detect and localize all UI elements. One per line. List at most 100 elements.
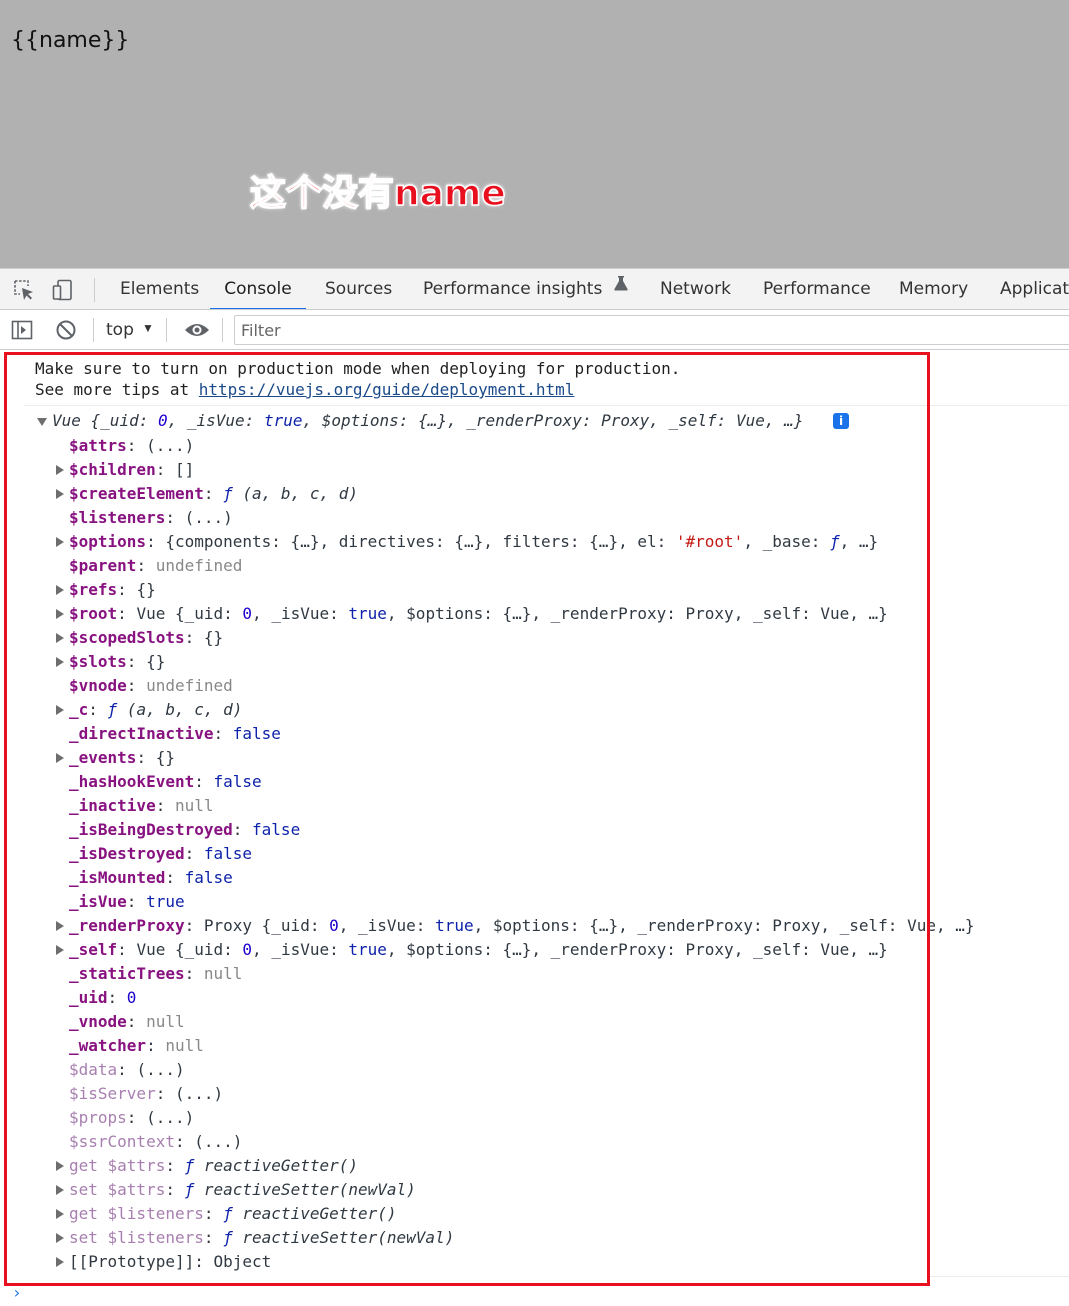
device-toolbar-icon[interactable] [52, 279, 74, 301]
expand-triangle-icon[interactable] [56, 465, 64, 475]
property-row[interactable]: $options: {components: {…}, directives: … [69, 530, 878, 554]
property-value: ƒ (a, b, c, d) [223, 484, 358, 503]
property-value: {} [146, 652, 166, 671]
property-key: $options [69, 532, 147, 551]
property-value: Object [213, 1252, 272, 1271]
console-toolbar: top ▼ [0, 310, 1069, 350]
deployment-guide-link[interactable]: https://vuejs.org/guide/deployment.html [199, 380, 575, 399]
page-viewport: {{name}} 这个没有name [0, 0, 1069, 268]
tab-application[interactable]: Applicati [1000, 269, 1069, 309]
tab-memory[interactable]: Memory [899, 269, 968, 309]
property-value: ƒ reactiveSetter(newVal) [184, 1180, 416, 1199]
toolbar-divider [222, 318, 223, 342]
property-value: {components: {…}, directives: {…}, filte… [165, 532, 879, 551]
property-row[interactable]: $children: [] [69, 458, 194, 482]
expand-triangle-icon[interactable] [56, 1209, 64, 1219]
sidebar-toggle-icon[interactable] [11, 319, 33, 341]
expand-triangle-icon[interactable] [56, 1257, 64, 1267]
property-value: {} [136, 580, 156, 599]
property-row[interactable]: _renderProxy: Proxy {_uid: 0, _isVue: tr… [69, 914, 975, 938]
property-value: null [203, 964, 243, 983]
property-key: _renderProxy [69, 916, 185, 935]
property-value: (...) [174, 1084, 224, 1103]
filter-input[interactable] [234, 315, 1069, 345]
property-row: _uid: 0 [69, 988, 137, 1007]
property-value: (...) [184, 508, 233, 527]
property-row[interactable]: [[Prototype]]: Object [69, 1250, 271, 1274]
property-row: $parent: undefined [69, 556, 243, 575]
property-row[interactable]: set $attrs: ƒ reactiveSetter(newVal) [69, 1178, 416, 1202]
property-value: ƒ reactiveGetter() [223, 1204, 397, 1223]
property-value: Vue {_uid: 0, _isVue: true, $options: {…… [136, 940, 888, 959]
property-value: Vue {_uid: 0, _isVue: true, $options: {…… [136, 604, 888, 623]
property-row[interactable]: $slots: {} [69, 650, 165, 674]
property-row: _isDestroyed: false [69, 844, 253, 863]
property-row: _staticTrees: null [69, 964, 243, 983]
property-row[interactable]: $refs: {} [69, 578, 156, 602]
property-key: get $attrs [69, 1156, 166, 1175]
console-output: Make sure to turn on production mode whe… [0, 351, 1069, 1306]
devtools-tab-bar: Elements Console Sources Performance ins… [0, 268, 1069, 310]
object-header[interactable]: Vue {_uid: 0, _isVue: true, $options: {…… [52, 409, 803, 433]
expand-triangle-icon[interactable] [56, 657, 64, 667]
property-value: false [213, 772, 262, 791]
property-key: $props [69, 1108, 127, 1127]
expand-triangle-icon[interactable] [56, 585, 64, 595]
property-row[interactable]: _events: {} [69, 746, 175, 770]
property-key: _uid [69, 988, 108, 1007]
property-row[interactable]: $createElement: ƒ (a, b, c, d) [69, 482, 358, 506]
object-name: Vue [52, 411, 81, 430]
property-key: $isServer [69, 1084, 156, 1103]
property-row: _inactive: null [69, 796, 214, 815]
property-row: $vnode: undefined [69, 676, 233, 695]
tab-network[interactable]: Network [660, 269, 731, 309]
console-message-line: Make sure to turn on production mode whe… [35, 359, 681, 378]
expand-triangle-icon[interactable] [56, 1185, 64, 1195]
chevron-down-icon[interactable]: ▼ [142, 321, 154, 335]
property-row[interactable]: _c: ƒ (a, b, c, d) [69, 698, 242, 722]
live-expression-eye-icon[interactable] [184, 319, 210, 341]
tab-performance-insights[interactable]: Performance insights [423, 269, 628, 309]
property-key: $root [69, 604, 118, 623]
property-key: [[Prototype]] [69, 1252, 195, 1271]
property-row: $listeners: (...) [69, 508, 233, 527]
tab-sources[interactable]: Sources [325, 269, 392, 309]
expand-triangle-icon[interactable] [56, 1233, 64, 1243]
property-value: false [252, 820, 301, 839]
expand-triangle-icon[interactable] [56, 945, 64, 955]
property-row[interactable]: $scopedSlots: {} [69, 626, 223, 650]
property-row[interactable]: _self: Vue {_uid: 0, _isVue: true, $opti… [69, 938, 888, 962]
property-key: get $listeners [69, 1204, 204, 1223]
property-row: $data: (...) [69, 1060, 185, 1079]
property-value: (...) [146, 1108, 195, 1127]
expand-triangle-icon[interactable] [56, 1161, 64, 1171]
expand-triangle-icon[interactable] [56, 537, 64, 547]
property-key: _c [69, 700, 89, 719]
property-row: $props: (...) [69, 1108, 195, 1127]
property-key: _isBeingDestroyed [69, 820, 233, 839]
property-key: _directInactive [69, 724, 214, 743]
console-prompt-icon[interactable]: › [12, 1283, 22, 1302]
info-icon[interactable]: i [833, 413, 849, 429]
flask-icon [614, 269, 628, 307]
tab-console[interactable]: Console [210, 269, 306, 309]
property-row[interactable]: $root: Vue {_uid: 0, _isVue: true, $opti… [69, 602, 888, 626]
property-value: null [174, 796, 214, 815]
tab-elements[interactable]: Elements [120, 269, 199, 309]
context-selector[interactable]: top [106, 318, 134, 342]
collapse-triangle-icon[interactable] [37, 418, 47, 426]
clear-console-icon[interactable] [55, 319, 77, 341]
property-key: _isMounted [69, 868, 166, 887]
expand-triangle-icon[interactable] [56, 705, 64, 715]
expand-triangle-icon[interactable] [56, 753, 64, 763]
property-key: $ssrContext [69, 1132, 175, 1151]
expand-triangle-icon[interactable] [56, 609, 64, 619]
tab-performance[interactable]: Performance [763, 269, 871, 309]
expand-triangle-icon[interactable] [56, 633, 64, 643]
expand-triangle-icon[interactable] [56, 489, 64, 499]
expand-triangle-icon[interactable] [56, 921, 64, 931]
property-row[interactable]: set $listeners: ƒ reactiveSetter(newVal) [69, 1226, 454, 1250]
property-row[interactable]: get $listeners: ƒ reactiveGetter() [69, 1202, 397, 1226]
property-row[interactable]: get $attrs: ƒ reactiveGetter() [69, 1154, 358, 1178]
inspect-element-icon[interactable] [13, 279, 35, 301]
